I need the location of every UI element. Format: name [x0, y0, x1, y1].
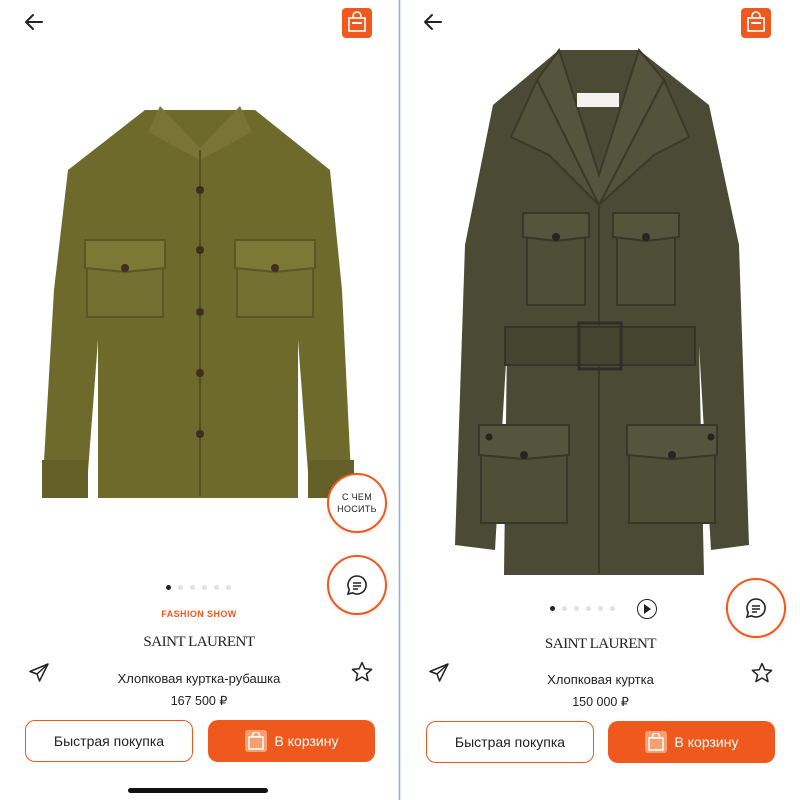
product-title: Хлопковая куртка-рубашка: [117, 671, 281, 686]
pagination-dot[interactable]: [226, 585, 231, 590]
pagination-dot[interactable]: [202, 585, 207, 590]
pagination-dot[interactable]: [178, 585, 183, 590]
fashion-show-label: FASHION SHOW: [161, 609, 237, 619]
product-screen-right: SAINT LAURENT Хлопковая куртка 150 000 ₽…: [401, 0, 800, 800]
brand-name: SAINT LAURENT: [143, 634, 255, 650]
product-screen-left: С ЧЕМ НОСИТЬ FASHION SHOW SAINT LAURENT …: [0, 0, 398, 800]
gallery-pagination: [550, 606, 615, 611]
chat-bubble-icon: [745, 598, 766, 619]
pagination-dot[interactable]: [166, 585, 171, 590]
pagination-dot[interactable]: [610, 606, 615, 611]
shopping-bag-icon: [244, 730, 267, 752]
pagination-dot[interactable]: [550, 606, 555, 611]
quick-buy-button[interactable]: Быстрая покупка: [25, 720, 193, 762]
add-to-cart-label: В корзину: [674, 734, 739, 750]
chat-button[interactable]: [726, 578, 786, 638]
product-price: 167 500 ₽: [170, 694, 228, 708]
add-to-cart-button[interactable]: В корзину: [208, 720, 375, 762]
brand-name: SAINT LAURENT: [544, 636, 657, 652]
add-to-cart-label: В корзину: [274, 733, 339, 749]
shopping-bag-icon[interactable]: [741, 8, 771, 38]
chat-button[interactable]: [327, 555, 387, 615]
chat-bubble-icon: [346, 575, 367, 596]
back-arrow-icon[interactable]: [22, 10, 46, 34]
shopping-bag-icon: [644, 731, 667, 753]
product-title: Хлопковая куртка: [547, 672, 654, 687]
pagination-dot[interactable]: [190, 585, 195, 590]
add-to-cart-button[interactable]: В корзину: [608, 721, 775, 763]
product-price: 150 000 ₽: [572, 695, 629, 709]
quick-buy-button[interactable]: Быстрая покупка: [426, 721, 594, 763]
back-arrow-icon[interactable]: [421, 10, 445, 34]
product-image-safari-jacket[interactable]: [449, 45, 754, 580]
gallery-pagination: [166, 585, 231, 590]
play-icon[interactable]: [637, 599, 657, 619]
quick-buy-label: Быстрая покупка: [454, 734, 566, 750]
pagination-dot[interactable]: [598, 606, 603, 611]
pagination-dot[interactable]: [214, 585, 219, 590]
home-indicator: [128, 788, 268, 793]
pagination-dot[interactable]: [586, 606, 591, 611]
shopping-bag-icon[interactable]: [342, 8, 372, 38]
pagination-dot[interactable]: [562, 606, 567, 611]
pagination-dot[interactable]: [574, 606, 579, 611]
product-image-shirt-jacket[interactable]: [40, 100, 360, 500]
quick-buy-label: Быстрая покупка: [53, 733, 165, 749]
what-to-wear-label: С ЧЕМ НОСИТЬ: [337, 492, 377, 514]
what-to-wear-button[interactable]: С ЧЕМ НОСИТЬ: [327, 473, 387, 533]
